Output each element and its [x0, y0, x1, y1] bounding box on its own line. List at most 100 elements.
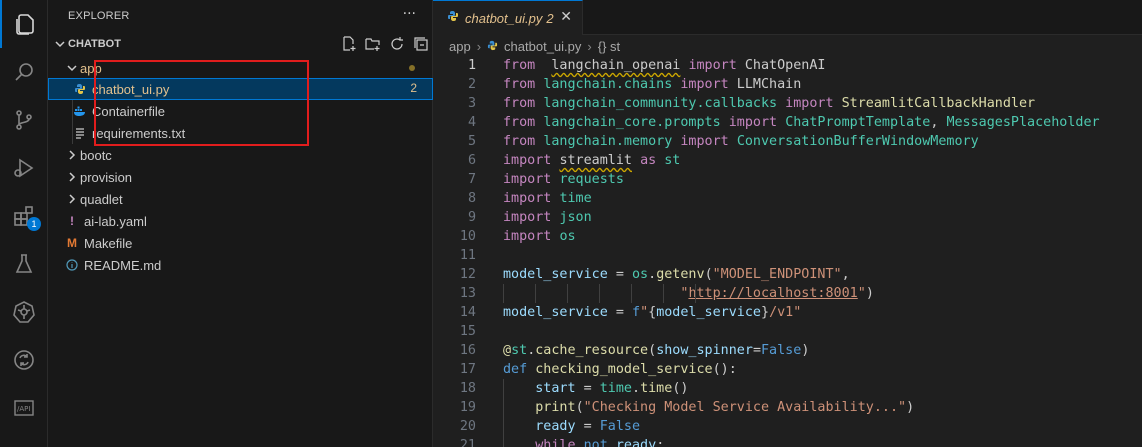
code-line[interactable]: 7 import requests: [433, 170, 1142, 189]
code-token: from: [503, 58, 536, 73]
code-text: from langchain.chains import LLMChain: [503, 75, 801, 94]
tree-item-bootc-folder[interactable]: bootc: [48, 144, 433, 166]
code-token: model_service: [503, 267, 608, 282]
tree-item-provision-folder[interactable]: provision: [48, 166, 433, 188]
code-line[interactable]: 19 print("Checking Model Service Availab…: [433, 398, 1142, 417]
indent-guide: [503, 379, 504, 398]
code-token: =: [607, 305, 632, 320]
code-editor[interactable]: 1 from langchain_openai import ChatOpenAI…: [433, 56, 1142, 447]
code-token: .: [648, 267, 657, 282]
chevron-down-icon: [64, 62, 80, 74]
code-line[interactable]: 20 ready = False: [433, 417, 1142, 436]
code-token: st: [511, 343, 528, 358]
line-number: 1: [467, 58, 476, 73]
collapse-all-icon[interactable]: [413, 36, 429, 52]
extensions-icon[interactable]: [0, 192, 48, 240]
code-token: "Checking Model Service Availability...": [583, 400, 907, 415]
kubernetes-icon[interactable]: [0, 288, 48, 336]
tree-item-readme-md[interactable]: README.md: [48, 254, 433, 276]
line-number: 18: [459, 381, 476, 396]
api-icon[interactable]: /API: [0, 384, 48, 432]
code-line[interactable]: 18 start = time.time(): [433, 379, 1142, 398]
code-line[interactable]: 14 model_service = f"{model_service}/v1": [433, 303, 1142, 322]
code-line[interactable]: 15: [433, 322, 1142, 341]
python-file-icon: [72, 83, 88, 95]
tree-item-label: Makefile: [84, 235, 133, 251]
code-line[interactable]: 8 import time: [433, 189, 1142, 208]
sync-icon[interactable]: [0, 336, 48, 384]
workspace-section-header[interactable]: CHATBOT: [48, 34, 433, 56]
highlight-box: [94, 60, 309, 146]
code-line[interactable]: 1 from langchain_openai import ChatOpenAI: [433, 56, 1142, 75]
code-line[interactable]: 3 from langchain_community.callbacks impo…: [433, 94, 1142, 113]
code-token: os: [632, 267, 649, 282]
code-token: getenv: [656, 267, 705, 282]
info-icon: [64, 259, 80, 271]
line-number: 3: [467, 96, 476, 111]
code-text: start = time.time(): [503, 379, 688, 398]
code-token: ChatOpenAI: [736, 58, 826, 73]
code-token: cache_resource: [535, 343, 649, 358]
code-token: start: [535, 381, 576, 396]
code-line[interactable]: 11: [433, 246, 1142, 265]
tree-item-label: ai-lab.yaml: [84, 213, 147, 229]
refresh-icon[interactable]: [389, 36, 405, 52]
code-token: ,: [930, 115, 947, 130]
code-line[interactable]: 6 import streamlit as st: [433, 151, 1142, 170]
code-token: import: [688, 58, 737, 73]
breadcrumb-file[interactable]: chatbot_ui.py: [504, 39, 581, 54]
code-text: @st.cache_resource(show_spinner=False): [503, 341, 809, 360]
editor-area: chatbot_ui.py 2 ✕ app › chatbot_ui.py › …: [433, 0, 1142, 447]
yaml-file-icon: !: [70, 214, 74, 228]
search-icon[interactable]: [0, 48, 48, 96]
code-text: from langchain_core.prompts import ChatP…: [503, 113, 1100, 132]
code-line[interactable]: 10 import os: [433, 227, 1142, 246]
breadcrumb-symbol[interactable]: {} st: [598, 39, 620, 54]
tree-item-makefile[interactable]: M Makefile: [48, 232, 433, 254]
code-line[interactable]: 4 from langchain_core.prompts import Chat…: [433, 113, 1142, 132]
code-line[interactable]: 13 "http://localhost:8001"): [433, 284, 1142, 303]
chevron-right-icon: [64, 193, 80, 205]
more-actions-icon[interactable]: ···: [403, 6, 416, 22]
code-token: =: [575, 381, 600, 396]
code-line[interactable]: 16 @st.cache_resource(show_spinner=False): [433, 341, 1142, 360]
source-control-icon[interactable]: [0, 96, 48, 144]
tab-chatbot-ui-py[interactable]: chatbot_ui.py 2 ✕: [433, 0, 583, 35]
code-line[interactable]: 9 import json: [433, 208, 1142, 227]
code-token: ": [857, 286, 866, 301]
code-token: show_spinner: [656, 343, 753, 358]
line-number: 2: [467, 77, 476, 92]
tree-item-ai-lab-yaml[interactable]: ! ai-lab.yaml: [48, 210, 433, 232]
code-line[interactable]: 2 from langchain.chains import LLMChain: [433, 75, 1142, 94]
code-token: import: [728, 115, 778, 130]
new-folder-icon[interactable]: [365, 36, 381, 52]
new-file-icon[interactable]: [341, 36, 357, 52]
code-token: import: [680, 77, 729, 92]
tree-item-quadlet-folder[interactable]: quadlet: [48, 188, 433, 210]
code-token: from: [503, 96, 536, 111]
explorer-icon[interactable]: [0, 0, 48, 48]
code-line[interactable]: 17 def checking_model_service():: [433, 360, 1142, 379]
code-token: requests: [559, 172, 624, 187]
svg-text:/API: /API: [17, 405, 30, 413]
code-token: import: [503, 210, 552, 225]
close-icon[interactable]: ✕: [560, 9, 572, 25]
code-text: import requests: [503, 170, 624, 189]
testing-icon[interactable]: [0, 240, 48, 288]
code-token: langchain_openai: [551, 58, 681, 73]
code-line[interactable]: 21 while not ready:: [433, 436, 1142, 447]
code-token: import: [503, 172, 552, 187]
code-line[interactable]: 5 from langchain.memory import Conversati…: [433, 132, 1142, 151]
code-token: (): [672, 381, 689, 396]
breadcrumb-folder[interactable]: app: [449, 39, 471, 54]
code-token: ChatPromptTemplate: [785, 115, 931, 130]
run-debug-icon[interactable]: [0, 144, 48, 192]
code-token: ConversationBufferWindowMemory: [736, 134, 979, 149]
code-text: from langchain_openai import ChatOpenAI: [503, 56, 826, 75]
code-line[interactable]: 12 model_service = os.getenv("MODEL_ENDPO…: [433, 265, 1142, 284]
workspace-name: CHATBOT: [68, 38, 121, 50]
